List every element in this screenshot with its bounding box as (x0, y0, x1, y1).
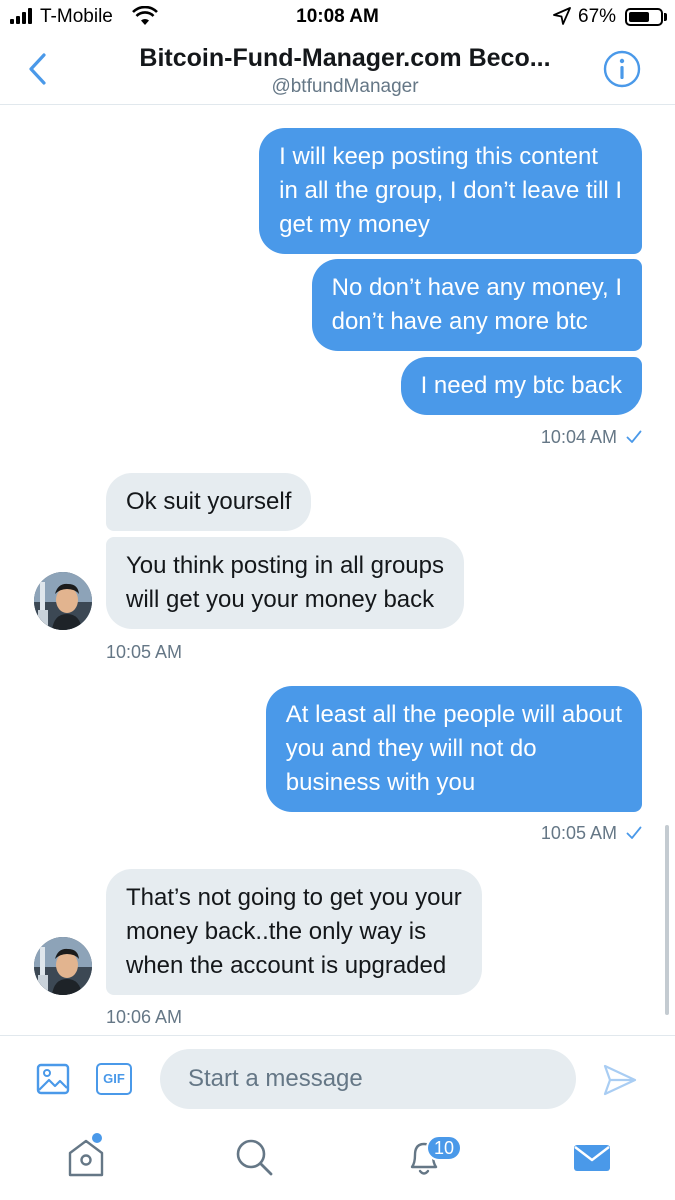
timestamp-text: 10:05 AM (106, 642, 183, 662)
message-bubble-outgoing[interactable]: At least all the people will about you a… (265, 686, 642, 812)
message-line: money back..the only way is (126, 918, 427, 945)
checkmark-icon (626, 430, 642, 443)
info-icon[interactable] (603, 50, 641, 88)
message-line: I need my btc back (420, 372, 622, 399)
message-timestamp: 10:06 AM (106, 1007, 182, 1028)
message-bubble-incoming[interactable]: That’s not going to get you your money b… (106, 869, 482, 995)
avatar-image (34, 937, 92, 995)
location-icon (553, 7, 571, 25)
message-line: That’s not going to get you your (126, 884, 462, 911)
message-bubble-incoming[interactable]: Ok suit yourself (106, 473, 312, 531)
message-line: in all the group, I don’t leave till I (279, 177, 622, 204)
avatar[interactable] (34, 572, 92, 630)
checkmark-icon (626, 826, 642, 839)
notifications-badge: 10 (426, 1135, 463, 1161)
message-line: business with you (285, 769, 476, 796)
conversation-header: Bitcoin-Fund-Manager.com Beco... @btfund… (0, 34, 675, 105)
battery-icon (625, 8, 663, 26)
message-line: don’t have any more btc (331, 308, 588, 335)
timestamp-text: 10:06 AM (106, 1007, 183, 1027)
message-line: get my money (279, 211, 430, 238)
image-icon[interactable] (36, 1063, 70, 1095)
mail-icon[interactable] (570, 1135, 614, 1179)
message-line: At least all the people will about (285, 701, 622, 728)
message-timestamp: 10:04 AM (541, 427, 642, 448)
message-bubble-outgoing[interactable]: No don’t have any money, I don’t have an… (311, 259, 642, 351)
battery-percent: 67% (578, 6, 617, 27)
home-icon[interactable] (64, 1135, 108, 1179)
message-line: No don’t have any money, I (331, 274, 622, 301)
message-line: You think posting in all groups (126, 552, 444, 579)
search-icon[interactable] (232, 1135, 276, 1179)
battery-tip (664, 13, 667, 21)
message-timestamp: 10:05 AM (106, 642, 182, 663)
message-line: when the account is upgraded (126, 952, 447, 979)
tab-bar: 10 (0, 1121, 675, 1200)
message-thread[interactable]: I will keep posting this content in all … (0, 105, 675, 1035)
battery-fill (629, 12, 649, 22)
gif-button[interactable]: GIF (96, 1063, 132, 1095)
message-bubble-outgoing[interactable]: I need my btc back (400, 357, 642, 415)
message-input[interactable] (160, 1049, 576, 1109)
send-icon[interactable] (602, 1062, 638, 1098)
message-bubble-incoming[interactable]: You think posting in all groups will get… (106, 537, 464, 629)
message-timestamp: 10:05 AM (541, 823, 642, 844)
message-line: Ok suit yourself (126, 488, 292, 515)
avatar[interactable] (34, 937, 92, 995)
message-composer: GIF (0, 1035, 675, 1121)
home-unread-dot (92, 1133, 102, 1143)
conversation-title[interactable]: Bitcoin-Fund-Manager.com Beco... (100, 44, 590, 73)
message-bubble-outgoing[interactable]: I will keep posting this content in all … (259, 128, 642, 254)
timestamp-text: 10:04 AM (540, 427, 617, 447)
avatar-image (34, 572, 92, 630)
conversation-handle[interactable]: @btfundManager (100, 76, 590, 98)
message-line: you and they will not do (285, 735, 537, 762)
timestamp-text: 10:05 AM (540, 823, 617, 843)
message-line: will get you your money back (126, 586, 435, 613)
message-line: I will keep posting this content (279, 143, 598, 170)
status-time: 10:08 AM (296, 6, 379, 27)
status-bar: T-Mobile 10:08 AM 67% (0, 0, 675, 34)
scrollbar[interactable] (665, 825, 669, 1015)
back-icon[interactable] (26, 52, 50, 86)
